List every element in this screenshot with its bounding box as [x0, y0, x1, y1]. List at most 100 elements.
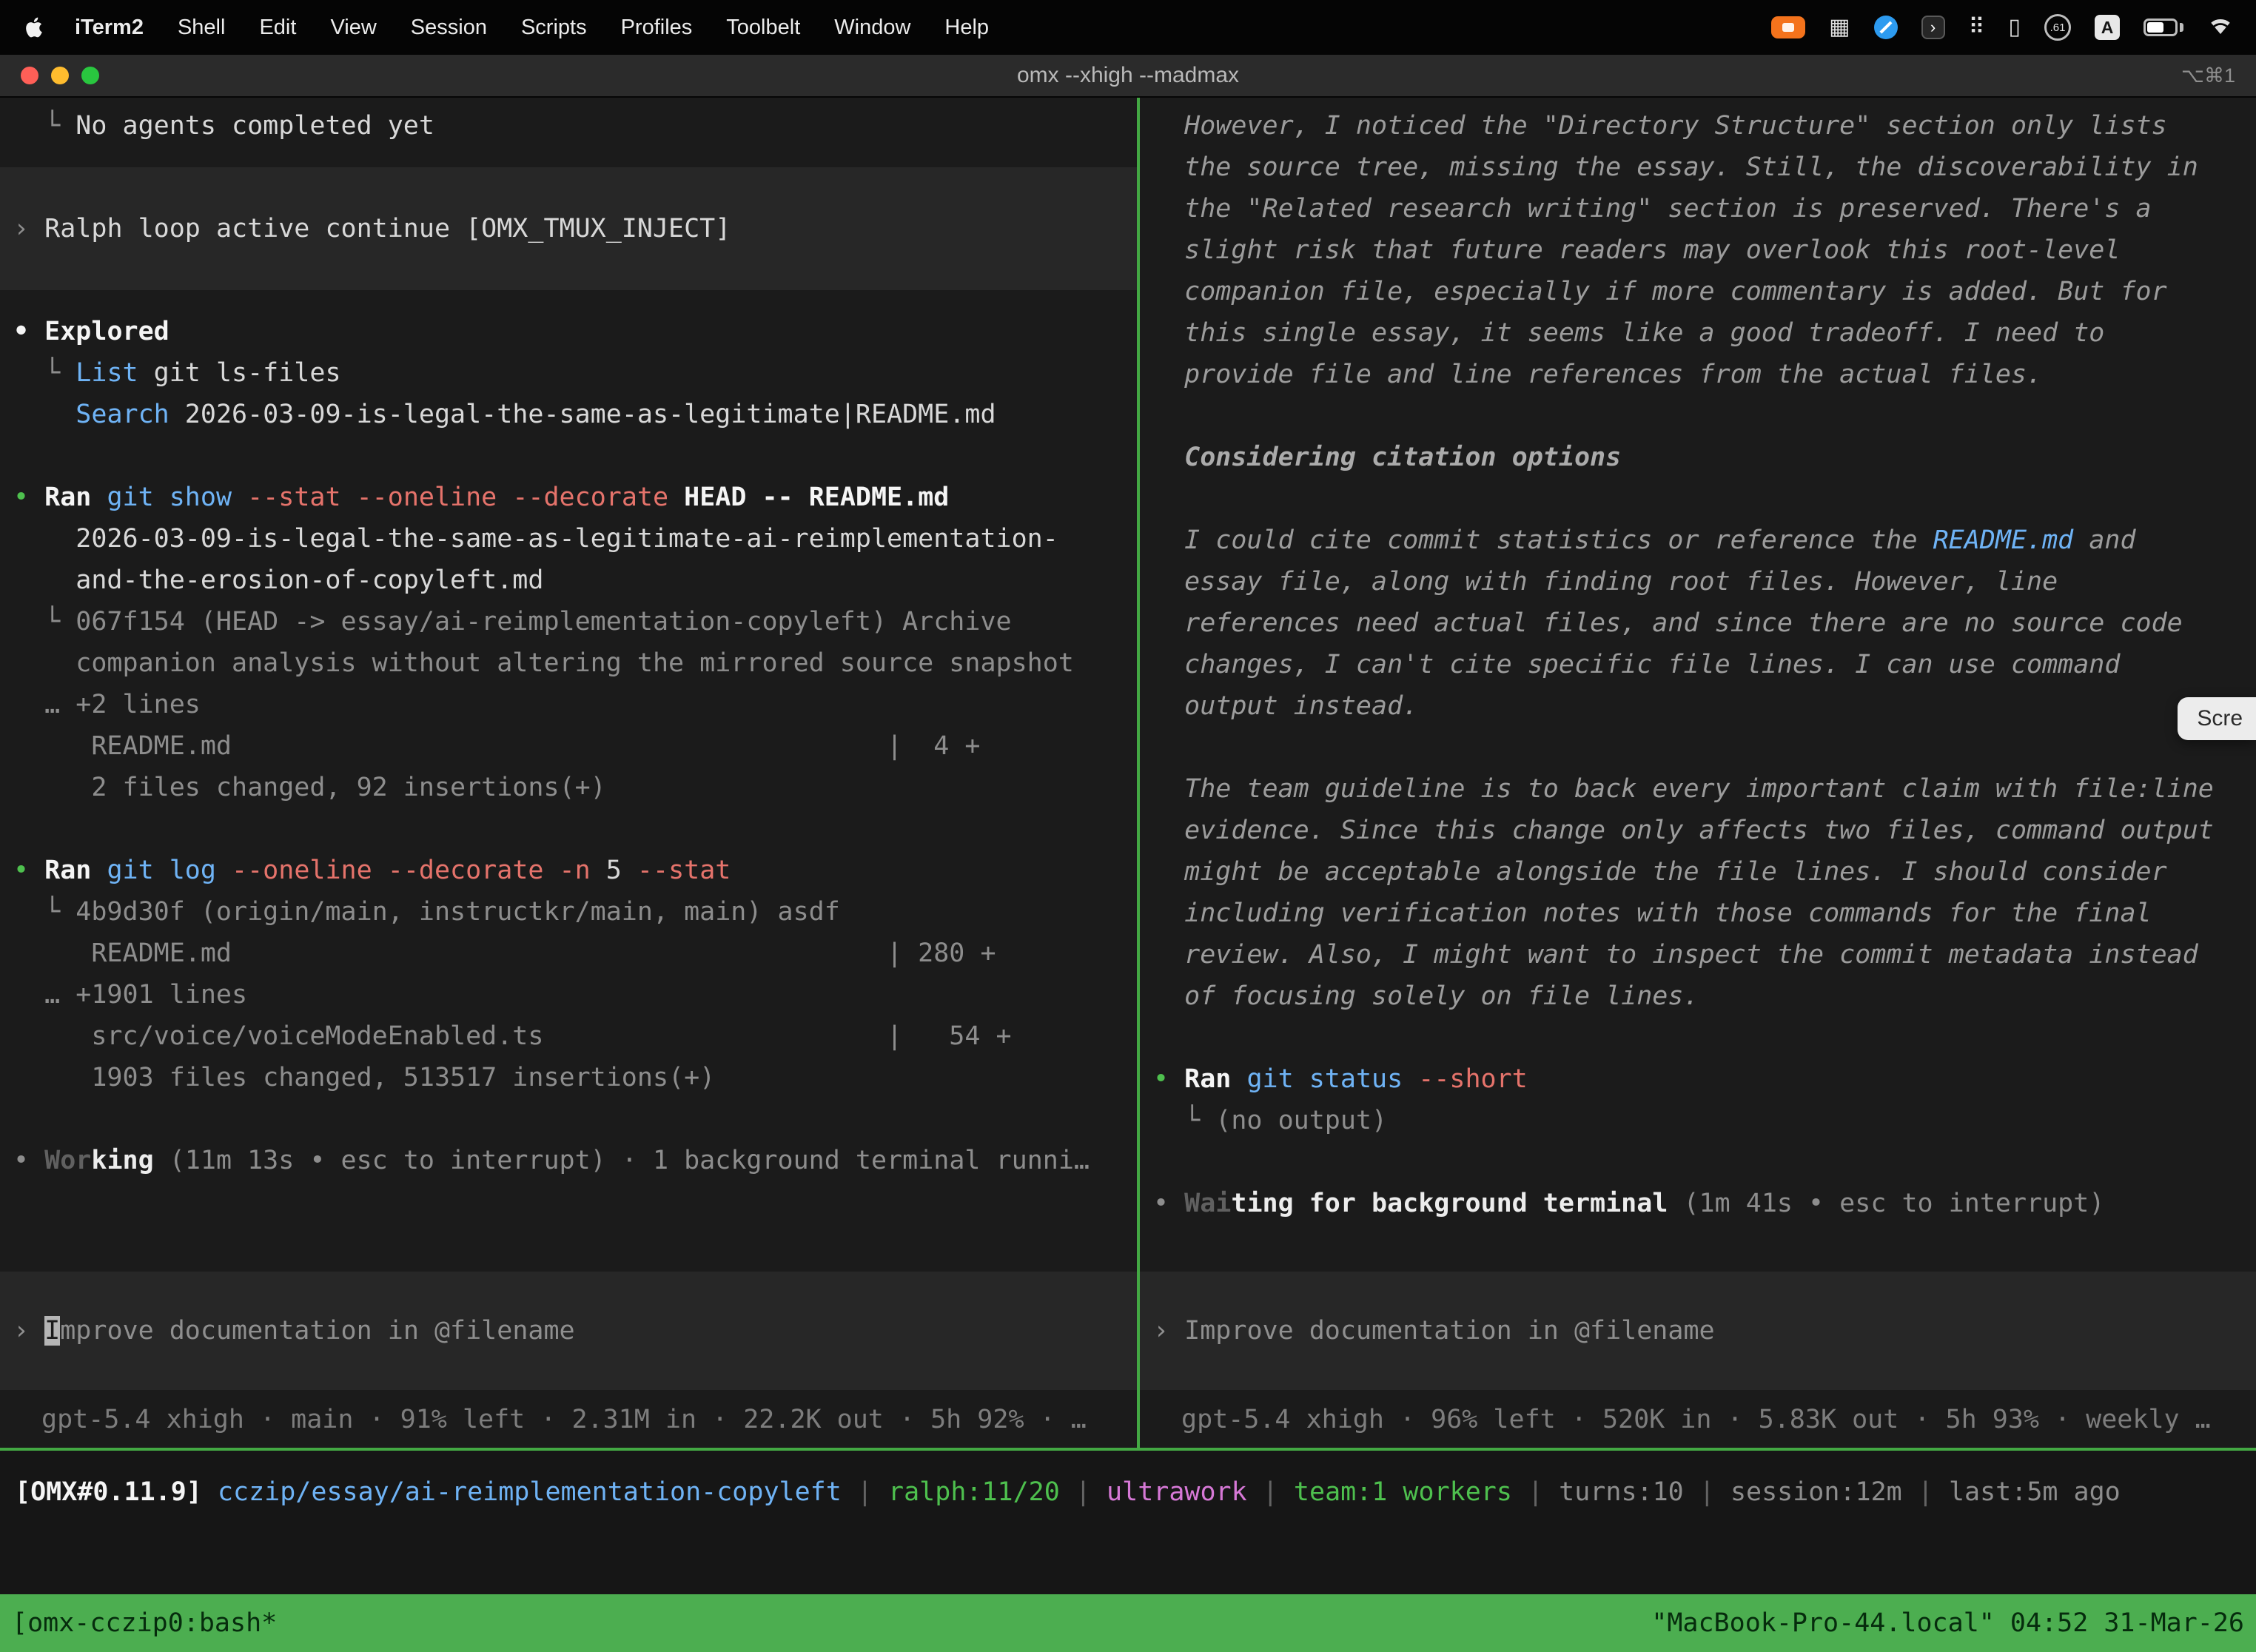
safari-icon[interactable]	[1874, 16, 1898, 39]
left-terminal-pane[interactable]: └ No agents completed yet › Ralph loop a…	[0, 98, 1137, 1448]
waiting-detail: (1m 41s • esc to interrupt)	[1668, 1189, 2104, 1218]
ralph-progress: ralph:11/20	[888, 1477, 1060, 1507]
battery-icon[interactable]	[2143, 19, 2183, 36]
menu-view[interactable]: View	[313, 16, 393, 40]
tmux-session-window-label: [omx-cczip0:bash*	[12, 1608, 277, 1638]
input-source-icon[interactable]: A	[2095, 15, 2120, 40]
agents-completed-text: No agents completed yet	[75, 111, 434, 141]
working-status-line: • Working (11m 13s • esc to interrupt) ·…	[0, 1140, 1137, 1181]
git-command: git show	[107, 483, 247, 512]
command-arg: 5	[606, 856, 637, 885]
command-input-line: › Improve documentation in @filename	[1140, 1310, 1715, 1352]
working-label-lit: king	[91, 1146, 153, 1175]
ralph-loop-banner: › Ralph loop active continue [OMX_TMUX_I…	[0, 167, 1137, 290]
terminal-app-icon[interactable]: ›	[1921, 16, 1945, 39]
command-input[interactable]: › Improve documentation in @filename	[1140, 1272, 2256, 1390]
omx-worktree-path: cczip/essay/ai-reimplementation-copyleft	[218, 1477, 842, 1507]
menu-help[interactable]: Help	[927, 16, 1006, 40]
wifi-icon[interactable]	[2207, 15, 2234, 40]
zoom-button[interactable]	[81, 67, 99, 84]
reasoning-line: might be acceptable alongside the file l…	[1140, 851, 2256, 893]
waiting-label-dim: Wai	[1184, 1189, 1231, 1218]
minimize-button[interactable]	[51, 67, 69, 84]
bullet-icon: •	[1153, 1189, 1184, 1218]
stat-summary-line: 1903 files changed, 513517 insertions(+)	[0, 1057, 1137, 1098]
command-line-git-log: • Ran git log --oneline --decorate -n 5 …	[0, 850, 1137, 891]
output-line: └ (no output)	[1140, 1100, 2256, 1141]
reasoning-line: output instead.	[1140, 685, 2256, 727]
tmux-status-bar: [omx-cczip0:bash* "MacBook-Pro-44.local"…	[0, 1594, 2256, 1652]
omx-status-line: [OMX#0.11.9] cczip/essay/ai-reimplementa…	[15, 1471, 2256, 1513]
keyboard-icon[interactable]: ▦	[1829, 16, 1850, 38]
menu-profiles[interactable]: Profiles	[604, 16, 710, 40]
tree-branch-glyph: └	[13, 111, 75, 141]
separator: |	[1684, 1477, 1730, 1507]
terminal-panes: └ No agents completed yet › Ralph loop a…	[0, 98, 2256, 1451]
output-line: companion analysis without altering the …	[0, 642, 1137, 684]
explored-search-line: Search 2026-03-09-is-legal-the-same-as-l…	[0, 394, 1137, 435]
explored-list-line: └ List git ls-files	[0, 352, 1137, 394]
battery-percent-badge[interactable]: .61	[2044, 14, 2071, 41]
model-status-line: gpt-5.4 xhigh · main · 91% left · 2.31M …	[0, 1396, 1137, 1443]
readme-link[interactable]: README.md	[1933, 526, 2074, 555]
menu-scripts[interactable]: Scripts	[504, 16, 604, 40]
command-input-text: mprove documentation in @filename	[60, 1316, 574, 1346]
list-verb: List	[75, 358, 138, 388]
app-grid-icon[interactable]: ⠿	[1969, 16, 1985, 38]
output-truncated-line: … +2 lines	[0, 684, 1137, 725]
prompt-chevron-icon: ›	[13, 1316, 44, 1346]
text-cursor: I	[44, 1316, 60, 1346]
separator: |	[842, 1477, 888, 1507]
waiting-label-lit: ting for background terminal	[1231, 1189, 1668, 1218]
omx-status-bar: [OMX#0.11.9] cczip/essay/ai-reimplementa…	[0, 1451, 2256, 1594]
command-target: HEAD -- README.md	[684, 483, 949, 512]
menu-window[interactable]: Window	[817, 16, 927, 40]
bullet-icon: •	[13, 1146, 44, 1175]
menu-edit[interactable]: Edit	[242, 16, 313, 40]
output-line: └ 067f154 (HEAD -> essay/ai-reimplementa…	[0, 601, 1137, 642]
waiting-status-line: • Waiting for background terminal (1m 41…	[1140, 1183, 2256, 1224]
ran-label: Ran	[44, 483, 107, 512]
command-input[interactable]: › Improve documentation in @filename	[0, 1272, 1137, 1390]
explored-header-line: • Explored	[0, 311, 1137, 352]
reasoning-line: However, I noticed the "Directory Struct…	[1140, 105, 2256, 147]
agents-completed-line: └ No agents completed yet	[0, 105, 1137, 147]
reasoning-line: references need actual files, and since …	[1140, 602, 2256, 644]
menu-toolbelt[interactable]: Toolbelt	[709, 16, 817, 40]
mode-label: ultrawork	[1107, 1477, 1247, 1507]
menubar-status-icons: ▦ › ⠿ ▯ .61 A	[1771, 14, 2234, 41]
stat-summary-line: 2 files changed, 92 insertions(+)	[0, 767, 1137, 808]
menu-session[interactable]: Session	[394, 16, 504, 40]
turns-count: turns:10	[1559, 1477, 1684, 1507]
output-truncated-line: … +1901 lines	[0, 974, 1137, 1015]
bullet-icon: •	[13, 483, 44, 512]
session-duration: session:12m	[1730, 1477, 1902, 1507]
reasoning-line: provide file and line references from th…	[1140, 354, 2256, 395]
command-flags: --short	[1418, 1064, 1528, 1094]
explored-title: Explored	[44, 317, 169, 346]
reasoning-heading: Considering citation options	[1140, 437, 2256, 478]
ralph-loop-banner-line: › Ralph loop active continue [OMX_TMUX_I…	[0, 208, 731, 249]
reasoning-line: essay file, along with finding root file…	[1140, 561, 2256, 602]
reasoning-line: the "Related research writing" section i…	[1140, 188, 2256, 229]
command-input-text: Improve documentation in @filename	[1184, 1316, 1714, 1346]
window-shortcut-badge: ⌥⌘1	[2181, 64, 2235, 87]
command-flags: --stat --oneline --decorate	[247, 483, 684, 512]
iphone-mirroring-icon[interactable]: ▯	[2008, 16, 2021, 38]
menu-shell[interactable]: Shell	[161, 16, 243, 40]
search-target: 2026-03-09-is-legal-the-same-as-legitima…	[169, 400, 996, 429]
output-line: └ 4b9d30f (origin/main, instructkr/main,…	[0, 891, 1137, 933]
reasoning-line: companion file, especially if more comme…	[1140, 271, 2256, 312]
git-command: git log	[107, 856, 232, 885]
screen-recording-indicator[interactable]	[1771, 16, 1805, 38]
window-controls	[21, 67, 99, 84]
list-target: git ls-files	[138, 358, 341, 388]
close-button[interactable]	[21, 67, 38, 84]
reasoning-line: slight risk that future readers may over…	[1140, 229, 2256, 271]
reasoning-line: evidence. Since this change only affects…	[1140, 810, 2256, 851]
right-terminal-pane[interactable]: However, I noticed the "Directory Struct…	[1140, 98, 2256, 1448]
apple-logo-icon[interactable]	[22, 16, 46, 39]
output-line: and-the-erosion-of-copyleft.md	[0, 560, 1137, 601]
menu-iterm2[interactable]: iTerm2	[58, 16, 161, 40]
command-line-git-status: • Ran git status --short	[1140, 1058, 2256, 1100]
